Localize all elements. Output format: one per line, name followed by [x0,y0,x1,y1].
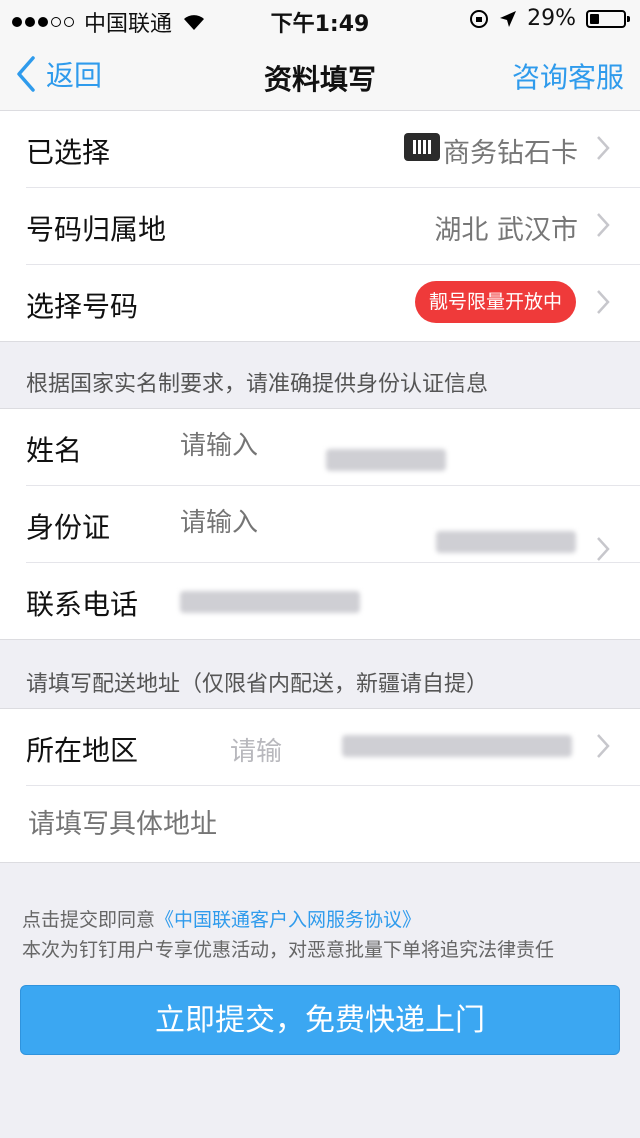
agreement-line: 点击提交即同意《中国联通客户入网服务协议》 [22,905,554,935]
phone-value-redacted[interactable] [180,591,360,613]
customer-service-button[interactable]: 咨询客服 [512,56,624,96]
battery-percent: 29% [527,6,576,31]
sim-card-icon [404,133,440,161]
battery-icon [586,9,630,28]
agreement-prefix: 点击提交即同意 [22,909,156,931]
chevron-right-icon [597,213,610,237]
chevron-right-icon [597,290,610,314]
area-placeholder: 请输 [230,737,283,767]
choose-number-row[interactable]: 选择号码 靓号限量开放中 [26,265,640,341]
service-agreement-link[interactable]: 《中国联通客户入网服务协议》 [155,909,421,931]
id-card-label: 身份证 [26,511,111,544]
realname-notice: 根据国家实名制要求，请准确提供身份认证信息 [26,372,489,397]
selected-plan-row[interactable]: 已选择 商务钻石卡 [26,111,640,188]
status-bar: 中国联通 下午1:49 29% [0,0,640,40]
status-right: 29% [469,6,630,31]
promo-notice: 本次为钉钉用户专享优惠活动，对恶意批量下单将追究法律责任 [22,939,555,961]
address-group: 所在地区 请输 [0,708,640,863]
area-row[interactable]: 所在地区 请输 [26,709,640,786]
number-region-row[interactable]: 号码归属地 湖北 武汉市 [26,188,640,265]
identity-group: 姓名 身份证 联系电话 [0,408,640,640]
plan-selection-group: 已选择 商务钻石卡 号码归属地 湖北 武汉市 选择号码 靓号限量开放中 [0,110,640,342]
address-row [26,786,640,862]
chevron-right-icon [597,136,610,160]
choose-number-label: 选择号码 [26,290,139,323]
number-region-label: 号码归属地 [26,213,167,246]
redacted-text [342,735,572,757]
redacted-text [436,531,576,553]
chevron-right-icon [597,734,610,758]
area-label: 所在地区 [26,734,139,767]
agreement-text: 点击提交即同意《中国联通客户入网服务协议》 本次为钉钉用户专享优惠活动，对恶意批… [22,905,554,965]
navigation-bar: 返回 资料填写 咨询客服 [0,40,640,111]
battery-level [590,13,600,24]
selected-plan-label: 已选择 [26,136,111,169]
address-input[interactable] [26,800,610,848]
submit-button[interactable]: 立即提交，免费快递上门 [20,985,620,1055]
name-label: 姓名 [26,434,83,467]
number-region-value: 湖北 武汉市 [434,215,578,246]
redacted-text [326,449,446,471]
phone-label: 联系电话 [26,588,139,621]
rotation-lock-icon [470,9,489,28]
delivery-notice: 请填写配送地址（仅限省内配送，新疆请自提） [26,672,489,697]
location-icon [500,10,517,27]
promo-badge: 靓号限量开放中 [414,281,576,323]
selected-plan-value: 商务钻石卡 [443,138,578,169]
id-card-row: 身份证 [26,486,640,563]
chevron-right-icon [597,537,610,561]
phone-row: 联系电话 [26,563,640,639]
name-row: 姓名 [26,409,640,486]
